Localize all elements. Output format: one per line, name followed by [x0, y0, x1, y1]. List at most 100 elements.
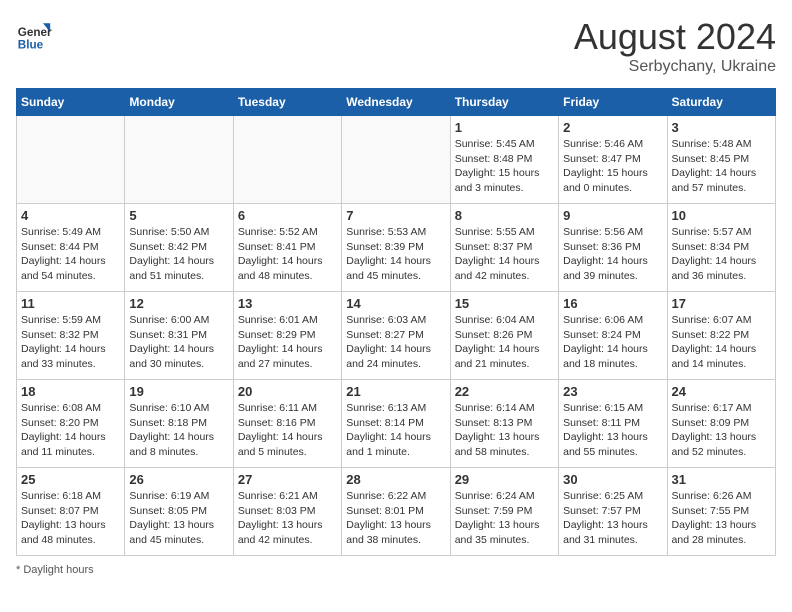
- day-info: Sunrise: 5:57 AM Sunset: 8:34 PM Dayligh…: [672, 225, 771, 284]
- day-info: Sunrise: 5:53 AM Sunset: 8:39 PM Dayligh…: [346, 225, 445, 284]
- title-area: August 2024 Serbychany, Ukraine: [574, 16, 776, 76]
- calendar-header-row: SundayMondayTuesdayWednesdayThursdayFrid…: [17, 89, 776, 116]
- day-info: Sunrise: 5:52 AM Sunset: 8:41 PM Dayligh…: [238, 225, 337, 284]
- day-number: 18: [21, 384, 120, 399]
- day-number: 21: [346, 384, 445, 399]
- day-number: 17: [672, 296, 771, 311]
- day-number: 30: [563, 472, 662, 487]
- calendar-cell: 25 Sunrise: 6:18 AM Sunset: 8:07 PM Dayli…: [17, 468, 125, 556]
- calendar-cell: 5 Sunrise: 5:50 AM Sunset: 8:42 PM Daylig…: [125, 204, 233, 292]
- calendar-cell: 31 Sunrise: 6:26 AM Sunset: 7:55 PM Dayli…: [667, 468, 775, 556]
- day-info: Sunrise: 5:59 AM Sunset: 8:32 PM Dayligh…: [21, 313, 120, 372]
- day-number: 16: [563, 296, 662, 311]
- logo-icon: General Blue: [16, 16, 52, 52]
- calendar-cell: 30Sunrise: 6:25 AM Sunset: 7:57 PM Dayli…: [559, 468, 667, 556]
- col-header-tuesday: Tuesday: [233, 89, 341, 116]
- day-info: Sunrise: 5:56 AM Sunset: 8:36 PM Dayligh…: [563, 225, 662, 284]
- calendar-cell: 8 Sunrise: 5:55 AM Sunset: 8:37 PM Daylig…: [450, 204, 558, 292]
- calendar-cell: 22 Sunrise: 6:14 AM Sunset: 8:13 PM Dayli…: [450, 380, 558, 468]
- calendar-cell: 28 Sunrise: 6:22 AM Sunset: 8:01 PM Dayli…: [342, 468, 450, 556]
- day-info: Sunrise: 5:49 AM Sunset: 8:44 PM Dayligh…: [21, 225, 120, 284]
- calendar-cell: 16 Sunrise: 6:06 AM Sunset: 8:24 PM Dayli…: [559, 292, 667, 380]
- day-number: 5: [129, 208, 228, 223]
- calendar-cell: 26Sunrise: 6:19 AM Sunset: 8:05 PM Dayli…: [125, 468, 233, 556]
- day-number: 3: [672, 120, 771, 135]
- day-number: 31: [672, 472, 771, 487]
- footer-note-text: Daylight hours: [23, 564, 93, 576]
- day-number: 1: [455, 120, 554, 135]
- calendar-cell: 17Sunrise: 6:07 AM Sunset: 8:22 PM Dayli…: [667, 292, 775, 380]
- day-number: 14: [346, 296, 445, 311]
- location-subtitle: Serbychany, Ukraine: [574, 58, 776, 76]
- day-number: 8: [455, 208, 554, 223]
- day-info: Sunrise: 6:11 AM Sunset: 8:16 PM Dayligh…: [238, 401, 337, 460]
- col-header-monday: Monday: [125, 89, 233, 116]
- day-number: 25: [21, 472, 120, 487]
- calendar-cell: 4 Sunrise: 5:49 AM Sunset: 8:44 PM Daylig…: [17, 204, 125, 292]
- calendar-cell: 24Sunrise: 6:17 AM Sunset: 8:09 PM Dayli…: [667, 380, 775, 468]
- col-header-sunday: Sunday: [17, 89, 125, 116]
- day-number: 4: [21, 208, 120, 223]
- day-info: Sunrise: 6:13 AM Sunset: 8:14 PM Dayligh…: [346, 401, 445, 460]
- day-number: 9: [563, 208, 662, 223]
- day-info: Sunrise: 6:00 AM Sunset: 8:31 PM Dayligh…: [129, 313, 228, 372]
- day-info: Sunrise: 6:01 AM Sunset: 8:29 PM Dayligh…: [238, 313, 337, 372]
- calendar-week-4: 25 Sunrise: 6:18 AM Sunset: 8:07 PM Dayli…: [17, 468, 776, 556]
- day-number: 28: [346, 472, 445, 487]
- calendar-week-3: 18 Sunrise: 6:08 AM Sunset: 8:20 PM Dayli…: [17, 380, 776, 468]
- day-number: 19: [129, 384, 228, 399]
- day-info: Sunrise: 6:22 AM Sunset: 8:01 PM Dayligh…: [346, 489, 445, 548]
- day-number: 11: [21, 296, 120, 311]
- calendar-cell: 29 Sunrise: 6:24 AM Sunset: 7:59 PM Dayli…: [450, 468, 558, 556]
- day-number: 24: [672, 384, 771, 399]
- day-info: Sunrise: 6:06 AM Sunset: 8:24 PM Dayligh…: [563, 313, 662, 372]
- day-number: 6: [238, 208, 337, 223]
- calendar-week-2: 11 Sunrise: 5:59 AM Sunset: 8:32 PM Dayli…: [17, 292, 776, 380]
- calendar-cell: 21 Sunrise: 6:13 AM Sunset: 8:14 PM Dayli…: [342, 380, 450, 468]
- day-info: Sunrise: 6:10 AM Sunset: 8:18 PM Dayligh…: [129, 401, 228, 460]
- day-info: Sunrise: 6:15 AM Sunset: 8:11 PM Dayligh…: [563, 401, 662, 460]
- day-info: Sunrise: 5:55 AM Sunset: 8:37 PM Dayligh…: [455, 225, 554, 284]
- day-number: 22: [455, 384, 554, 399]
- day-info: Sunrise: 6:21 AM Sunset: 8:03 PM Dayligh…: [238, 489, 337, 548]
- day-number: 29: [455, 472, 554, 487]
- calendar-cell: [125, 116, 233, 204]
- col-header-friday: Friday: [559, 89, 667, 116]
- day-info: Sunrise: 5:46 AM Sunset: 8:47 PM Dayligh…: [563, 137, 662, 196]
- day-info: Sunrise: 6:24 AM Sunset: 7:59 PM Dayligh…: [455, 489, 554, 548]
- day-info: Sunrise: 6:26 AM Sunset: 7:55 PM Dayligh…: [672, 489, 771, 548]
- calendar-cell: 9 Sunrise: 5:56 AM Sunset: 8:36 PM Daylig…: [559, 204, 667, 292]
- calendar-cell: [342, 116, 450, 204]
- day-number: 12: [129, 296, 228, 311]
- calendar-cell: 7Sunrise: 5:53 AM Sunset: 8:39 PM Daylig…: [342, 204, 450, 292]
- day-info: Sunrise: 6:14 AM Sunset: 8:13 PM Dayligh…: [455, 401, 554, 460]
- calendar-cell: 15 Sunrise: 6:04 AM Sunset: 8:26 PM Dayli…: [450, 292, 558, 380]
- day-number: 20: [238, 384, 337, 399]
- calendar-week-0: 1 Sunrise: 5:45 AM Sunset: 8:48 PM Daylig…: [17, 116, 776, 204]
- calendar-cell: 11 Sunrise: 5:59 AM Sunset: 8:32 PM Dayli…: [17, 292, 125, 380]
- calendar-cell: 27 Sunrise: 6:21 AM Sunset: 8:03 PM Dayli…: [233, 468, 341, 556]
- calendar-week-1: 4 Sunrise: 5:49 AM Sunset: 8:44 PM Daylig…: [17, 204, 776, 292]
- day-info: Sunrise: 5:48 AM Sunset: 8:45 PM Dayligh…: [672, 137, 771, 196]
- calendar-cell: 14Sunrise: 6:03 AM Sunset: 8:27 PM Dayli…: [342, 292, 450, 380]
- calendar-cell: 13 Sunrise: 6:01 AM Sunset: 8:29 PM Dayli…: [233, 292, 341, 380]
- calendar-cell: 20 Sunrise: 6:11 AM Sunset: 8:16 PM Dayli…: [233, 380, 341, 468]
- day-number: 26: [129, 472, 228, 487]
- month-title: August 2024: [574, 16, 776, 58]
- calendar-cell: 10Sunrise: 5:57 AM Sunset: 8:34 PM Dayli…: [667, 204, 775, 292]
- calendar-cell: 12 Sunrise: 6:00 AM Sunset: 8:31 PM Dayli…: [125, 292, 233, 380]
- calendar-cell: 1 Sunrise: 5:45 AM Sunset: 8:48 PM Daylig…: [450, 116, 558, 204]
- day-info: Sunrise: 5:50 AM Sunset: 8:42 PM Dayligh…: [129, 225, 228, 284]
- day-info: Sunrise: 5:45 AM Sunset: 8:48 PM Dayligh…: [455, 137, 554, 196]
- day-number: 15: [455, 296, 554, 311]
- calendar-cell: 6 Sunrise: 5:52 AM Sunset: 8:41 PM Daylig…: [233, 204, 341, 292]
- calendar-cell: 3 Sunrise: 5:48 AM Sunset: 8:45 PM Daylig…: [667, 116, 775, 204]
- day-info: Sunrise: 6:08 AM Sunset: 8:20 PM Dayligh…: [21, 401, 120, 460]
- col-header-thursday: Thursday: [450, 89, 558, 116]
- day-info: Sunrise: 6:18 AM Sunset: 8:07 PM Dayligh…: [21, 489, 120, 548]
- day-number: 23: [563, 384, 662, 399]
- day-number: 27: [238, 472, 337, 487]
- day-info: Sunrise: 6:04 AM Sunset: 8:26 PM Dayligh…: [455, 313, 554, 372]
- day-number: 13: [238, 296, 337, 311]
- col-header-saturday: Saturday: [667, 89, 775, 116]
